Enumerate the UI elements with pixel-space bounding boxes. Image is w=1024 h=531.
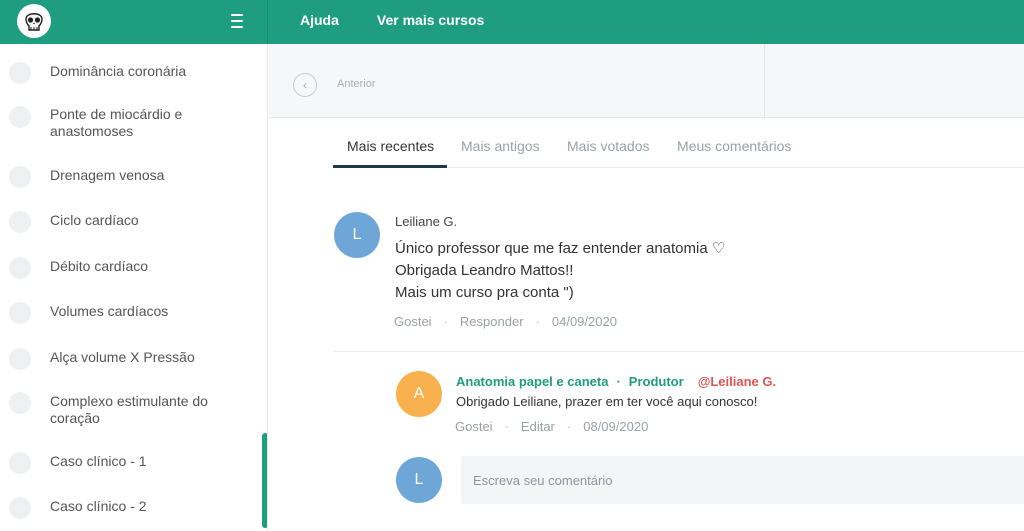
lesson-title: Caso clínico - 2 [50, 498, 147, 514]
comment-line: Obrigada Leandro Mattos!! [395, 262, 574, 279]
tab-meus-comentarios[interactable]: Meus comentários [677, 138, 791, 154]
top-nav: Ajuda Ver mais cursos [300, 12, 484, 28]
lesson-title: Dominância coronária [50, 63, 187, 79]
chevron-left-icon: ‹ [303, 78, 307, 92]
edit-button[interactable]: Editar [521, 419, 555, 434]
comment-line: Único professor que me faz entender anat… [395, 240, 726, 257]
comment-actions: Gostei · Responder · 04/09/2020 [394, 314, 617, 329]
lesson-status-icon [9, 392, 31, 414]
reply-date: 08/09/2020 [583, 419, 649, 434]
meta-separator: · [566, 419, 572, 434]
avatar: L [334, 212, 380, 258]
lesson-status-icon [9, 62, 31, 84]
comment-tabs: Mais recentes Mais antigos Mais votados … [333, 128, 1024, 168]
previous-button[interactable]: ‹ [293, 73, 317, 97]
tab-mais-votados[interactable]: Mais votados [567, 138, 649, 154]
comment-divider [333, 351, 1024, 352]
reply-actions: Gostei · Editar · 08/09/2020 [455, 419, 648, 434]
lesson-title: Caso clínico - 1 [50, 453, 147, 469]
previous-label[interactable]: Anterior [337, 78, 376, 90]
comment-date: 04/09/2020 [551, 314, 617, 329]
menu-icon[interactable] [231, 14, 245, 28]
reply-separator: · [616, 374, 621, 389]
reply-header: Anatomia papel e caneta · Produtor @Leil… [456, 374, 776, 389]
comment-body: Único professor que me faz entender anat… [395, 238, 725, 304]
lesson-status-icon [9, 302, 31, 324]
top-bar: Ajuda Ver mais cursos [0, 0, 1024, 44]
like-button[interactable]: Gostei [394, 314, 432, 329]
reply-body: Obrigado Leiliane, prazer em ter você aq… [456, 394, 758, 409]
avatar-letter: A [413, 385, 425, 402]
avatar: A [396, 371, 442, 417]
lesson-status-icon [9, 452, 31, 474]
tab-mais-antigos[interactable]: Mais antigos [461, 138, 540, 154]
comment-input[interactable] [461, 456, 1024, 504]
lesson-status-icon [9, 257, 31, 279]
lesson-status-icon [9, 166, 31, 188]
like-button[interactable]: Gostei [455, 419, 493, 434]
skull-logo-icon[interactable] [16, 3, 52, 39]
nav-link-ajuda[interactable]: Ajuda [300, 12, 339, 28]
avatar: L [396, 457, 442, 503]
lesson-nav-strip: ‹ Anterior [269, 44, 1024, 118]
lesson-status-icon [9, 106, 31, 128]
lesson-status-icon [9, 348, 31, 370]
nav-link-ver-mais-cursos[interactable]: Ver mais cursos [377, 12, 484, 28]
nav-divider [764, 44, 765, 118]
lesson-title: Ponte de miocárdio e anastomoses [50, 106, 183, 139]
brand-area [0, 0, 268, 44]
lesson-title: Ciclo cardíaco [50, 212, 139, 228]
lesson-title: Drenagem venosa [50, 167, 165, 183]
sidebar-scrollbar[interactable] [262, 433, 267, 528]
reply-button[interactable]: Responder [460, 314, 524, 329]
lesson-title: Alça volume X Pressão [50, 349, 195, 365]
avatar-letter: L [352, 226, 362, 243]
lesson-title: Débito cardíaco [50, 258, 149, 274]
active-tab-indicator [333, 165, 447, 168]
comment-line: Mais um curso pra conta ") [395, 284, 574, 301]
lesson-sidebar[interactable]: Dominância coronária Ponte de miocárdio … [0, 44, 268, 531]
meta-separator: · [504, 419, 509, 434]
lesson-status-icon [9, 497, 31, 519]
author-role-badge: Produtor [628, 374, 684, 389]
reply-author[interactable]: Anatomia papel e caneta [456, 374, 608, 389]
meta-separator: · [443, 314, 448, 329]
tab-mais-recentes[interactable]: Mais recentes [347, 138, 434, 154]
comment-author[interactable]: Leiliane G. [395, 214, 457, 229]
avatar-letter: L [414, 471, 424, 488]
reply-mention[interactable]: @Leiliane G. [698, 374, 776, 389]
lesson-title: Volumes cardíacos [50, 303, 169, 319]
lesson-status-icon [9, 211, 31, 233]
lesson-title: Complexo estimulante do coração [50, 393, 208, 426]
meta-separator: · [535, 314, 540, 329]
